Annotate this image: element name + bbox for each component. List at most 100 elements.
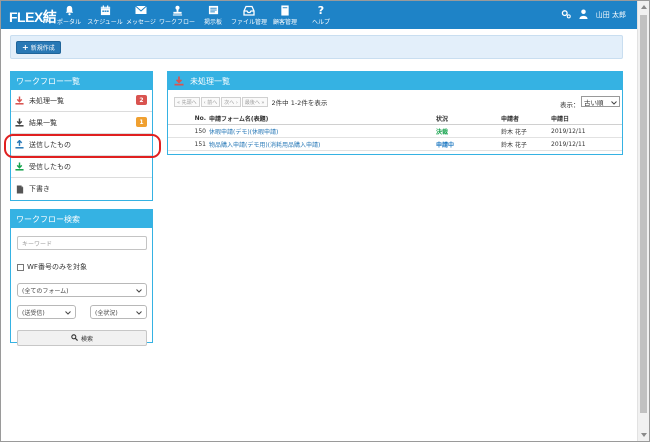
display-order-select[interactable]: 古い順 <box>581 96 620 107</box>
scroll-up-arrow-icon[interactable] <box>641 5 647 9</box>
nav-label: 掲示板 <box>203 19 222 26</box>
app-window: FLEX結 ポータル スケジュール メッセージ ワークフロー 掲示板 ファイル管… <box>0 0 650 442</box>
nav-label: スケジュール <box>87 19 123 26</box>
sidebar-item-label: 受信したもの <box>29 162 71 171</box>
sidebar-item-received[interactable]: 受信したもの <box>11 156 152 178</box>
nav-label: ヘルプ <box>311 19 330 26</box>
column-header-no: No. <box>194 114 206 122</box>
keyword-input[interactable]: キーワード <box>17 236 147 250</box>
search-button-label: 検索 <box>80 335 93 343</box>
row-date: 2019/12/11 <box>551 140 586 148</box>
row-form-link[interactable]: 休暇申請(デモ)(休暇申請) <box>209 127 278 136</box>
chevron-down-icon <box>611 99 617 107</box>
plus-icon: + <box>22 42 29 52</box>
workflow-table: No. 申請フォーム名(表題) 状況 申請者 申請日 150 休暇申請(デモ)(… <box>168 112 622 151</box>
user-icon[interactable] <box>579 9 588 21</box>
sidebar-item-unprocessed[interactable]: 未処理一覧 2 <box>11 90 152 112</box>
checkbox-label: WF番号のみを対象 <box>27 263 87 271</box>
action-bar: + 新規作成 <box>10 35 623 59</box>
checkbox-box <box>17 263 24 271</box>
nav-label: ワークフロー <box>159 19 196 26</box>
status-select-value: (全状況) <box>95 309 118 317</box>
nav-message[interactable]: メッセージ <box>123 1 159 29</box>
workflow-list-title: ワークフロー一覧 <box>11 72 152 90</box>
pager-last-button[interactable]: 最後へ » <box>241 97 268 107</box>
nav-label: ファイル管理 <box>231 19 268 26</box>
settings-icon[interactable] <box>561 9 571 21</box>
nav-label: ポータル <box>56 19 81 26</box>
user-name[interactable]: 山田 太郎 <box>596 10 626 20</box>
nav-label: メッセージ <box>126 19 156 26</box>
column-header-status: 状況 <box>436 115 449 123</box>
scroll-down-arrow-icon[interactable] <box>641 433 647 437</box>
column-header-date: 申請日 <box>551 115 570 123</box>
unprocessed-list-panel: 未処理一覧 « 先頭へ ‹ 前へ 次へ › 最後へ » 2件中 1-2件を表示 … <box>167 71 623 155</box>
sidebar-item-label: 下書き <box>29 185 50 193</box>
highlight-annotation <box>4 134 161 158</box>
download-red-icon <box>15 96 24 105</box>
chevron-down-icon <box>65 310 71 317</box>
row-applicant: 鈴木 花子 <box>501 141 527 149</box>
pager-prev-button[interactable]: ‹ 前へ <box>200 97 221 107</box>
row-no: 151 <box>194 140 206 148</box>
main-nav: ポータル スケジュール メッセージ ワークフロー 掲示板 ファイル管理 顧客管理… <box>51 1 339 29</box>
stamp-icon <box>171 4 183 16</box>
row-no: 150 <box>194 127 206 135</box>
main-panel-header: 未処理一覧 <box>168 72 622 90</box>
vertical-scrollbar[interactable] <box>637 1 649 441</box>
sidebar-item-results[interactable]: 結果一覧 1 <box>11 112 152 134</box>
row-form-link[interactable]: 物品購入申請(デモ用)(消耗用品購入申請) <box>209 140 320 149</box>
search-button[interactable]: 検索 <box>17 330 147 346</box>
user-area: 山田 太郎 <box>561 1 626 29</box>
status-select[interactable]: (全状況) <box>90 305 147 319</box>
sidebar-item-label: 未処理一覧 <box>29 96 64 105</box>
download-red-icon <box>174 76 184 86</box>
chevron-down-icon <box>136 310 142 317</box>
search-icon <box>71 333 78 343</box>
envelope-icon <box>135 4 147 16</box>
nav-board[interactable]: 掲示板 <box>195 1 231 29</box>
download-green-icon <box>15 162 24 171</box>
row-applicant: 鈴木 花子 <box>501 128 527 136</box>
row-status: 申請中 <box>436 141 455 149</box>
row-status: 決裁 <box>436 128 449 136</box>
unprocessed-count-badge: 2 <box>136 95 147 105</box>
chevron-down-icon <box>136 288 142 295</box>
pager-first-button[interactable]: « 先頭へ <box>174 97 200 107</box>
display-order-value: 古い順 <box>584 98 604 107</box>
app-logo[interactable]: FLEX結 <box>9 7 57 27</box>
nav-schedule[interactable]: スケジュール <box>87 1 123 29</box>
nav-workflow[interactable]: ワークフロー <box>159 1 195 29</box>
pagination: « 先頭へ ‹ 前へ 次へ › 最後へ » 2件中 1-2件を表示 <box>174 97 327 107</box>
table-row[interactable]: 151 物品購入申請(デモ用)(消耗用品購入申請) 申請中 鈴木 花子 2019… <box>168 138 622 151</box>
scrollbar-thumb[interactable] <box>640 15 647 413</box>
column-header-form: 申請フォーム名(表題) <box>209 115 269 123</box>
pager-next-button[interactable]: 次へ › <box>221 97 241 107</box>
new-create-button[interactable]: + 新規作成 <box>16 41 61 54</box>
nav-customer-management[interactable]: 顧客管理 <box>267 1 303 29</box>
results-count-badge: 1 <box>136 117 147 127</box>
workflow-search-title: ワークフロー検索 <box>11 210 152 228</box>
table-header: No. 申請フォーム名(表題) 状況 申請者 申請日 <box>168 112 622 125</box>
search-form: キーワード WF番号のみを対象 (全てのフォーム) (送受信) (全状況) 検索 <box>11 228 152 346</box>
form-select[interactable]: (全てのフォーム) <box>17 283 147 297</box>
wf-number-only-checkbox[interactable]: WF番号のみを対象 <box>17 262 87 272</box>
document-icon <box>15 184 24 194</box>
row-date: 2019/12/11 <box>551 127 586 135</box>
download-dark-icon <box>15 118 24 127</box>
new-create-label: 新規作成 <box>30 45 55 52</box>
direction-select[interactable]: (送受信) <box>17 305 76 319</box>
calendar-icon <box>99 4 111 16</box>
display-order-label: 表示： <box>560 101 580 109</box>
book-icon <box>279 4 291 16</box>
inbox-icon <box>243 4 255 16</box>
direction-select-value: (送受信) <box>22 309 45 317</box>
nav-file-management[interactable]: ファイル管理 <box>231 1 267 29</box>
nav-portal[interactable]: ポータル <box>51 1 87 29</box>
sidebar-item-drafts[interactable]: 下書き <box>11 178 152 200</box>
table-row[interactable]: 150 休暇申請(デモ)(休暇申請) 決裁 鈴木 花子 2019/12/11 <box>168 125 622 138</box>
result-count: 2件中 1-2件を表示 <box>271 99 328 107</box>
workflow-search-panel: ワークフロー検索 キーワード WF番号のみを対象 (全てのフォーム) (送受信) <box>10 209 153 346</box>
nav-help[interactable]: ? ヘルプ <box>303 1 339 29</box>
bell-icon <box>63 4 75 16</box>
